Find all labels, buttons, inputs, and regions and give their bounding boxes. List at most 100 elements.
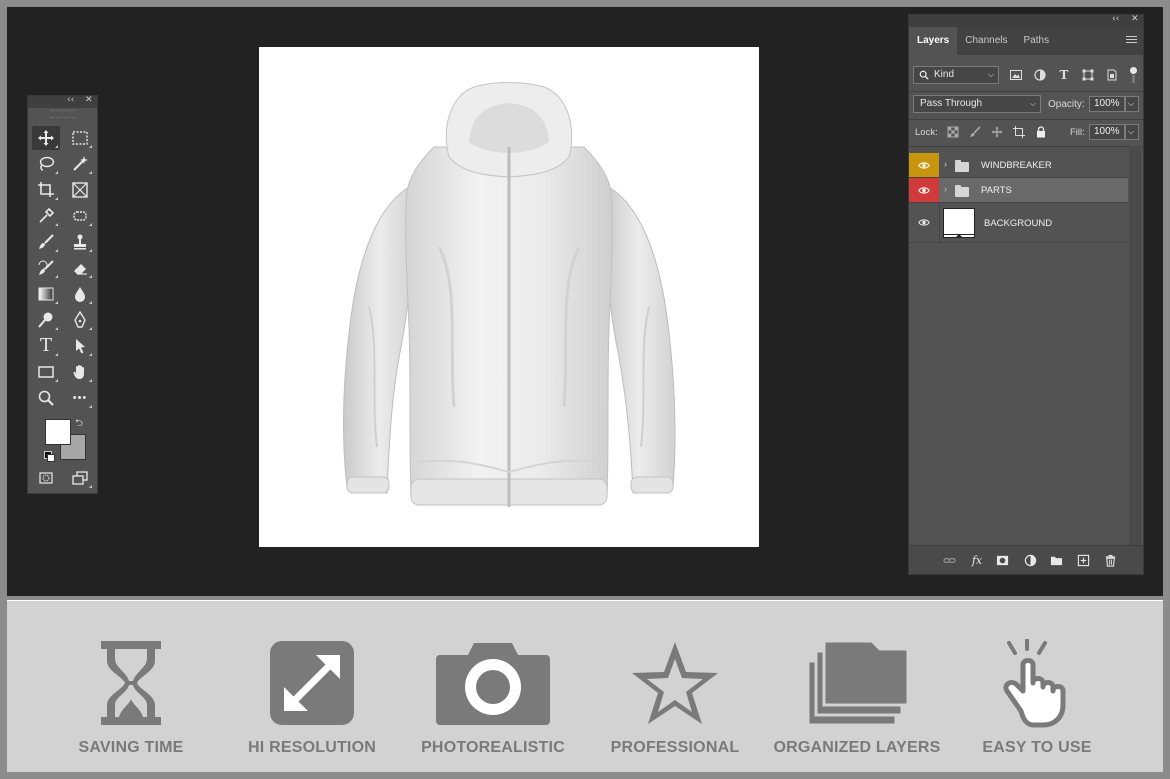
filter-toggle[interactable]	[1130, 67, 1137, 83]
panel-grip[interactable]	[50, 110, 75, 118]
quick-mask-button[interactable]	[32, 466, 60, 490]
opacity-input[interactable]: 100%	[1089, 96, 1125, 112]
type-tool[interactable]: T	[32, 334, 60, 358]
filter-pixel-layers-button[interactable]	[1009, 68, 1023, 82]
fill-input[interactable]: 100%	[1089, 124, 1125, 140]
filter-shape-layers-button[interactable]	[1081, 68, 1095, 82]
layers-panel: ‹‹ ✕ Layers Channels Paths Kind ⌵ T Pass…	[908, 14, 1144, 575]
filter-smart-objects-button[interactable]	[1105, 68, 1119, 82]
more-icon: •••	[72, 392, 88, 404]
feature-saving-time: SAVING TIME	[41, 601, 221, 772]
layer-style-button[interactable]: fx	[970, 553, 984, 567]
swap-colors-icon[interactable]: ⮌	[75, 416, 83, 433]
star-icon	[632, 642, 718, 724]
eye-icon	[918, 186, 930, 194]
frame-icon	[72, 182, 88, 198]
lock-pixels-button[interactable]	[968, 125, 982, 139]
feature-label: HI RESOLUTION	[248, 739, 376, 756]
magic-wand-tool[interactable]	[66, 152, 94, 176]
new-layer-button[interactable]	[1076, 553, 1090, 567]
feature-label: PHOTOREALISTIC	[421, 739, 565, 756]
delete-layer-button[interactable]	[1103, 553, 1117, 567]
lock-all-button[interactable]	[1034, 125, 1048, 139]
tab-channels[interactable]: Channels	[957, 27, 1015, 55]
adjustment-icon	[1034, 69, 1046, 81]
separator	[909, 146, 1143, 147]
layer-row-windbreaker[interactable]: › WINDBREAKER	[909, 153, 1128, 178]
blur-tool[interactable]	[66, 282, 94, 306]
lock-position-button[interactable]	[990, 125, 1004, 139]
frame-tool[interactable]	[66, 178, 94, 202]
collapse-panel-button[interactable]: ‹‹	[67, 95, 74, 105]
document-canvas[interactable]	[259, 47, 759, 547]
search-icon	[919, 70, 929, 80]
filter-type-layers-button[interactable]: T	[1057, 68, 1071, 82]
marquee-icon	[72, 131, 88, 145]
expand-group-icon[interactable]: ›	[944, 184, 947, 194]
opacity-dropdown-button[interactable]: ⌵	[1125, 96, 1139, 112]
tab-paths[interactable]: Paths	[1016, 27, 1058, 55]
fill-dropdown-button[interactable]: ⌵	[1125, 124, 1139, 140]
fx-icon: fx	[971, 553, 983, 567]
visibility-toggle[interactable]	[909, 153, 939, 177]
type-filter-icon: T	[1059, 68, 1069, 82]
layer-row-parts[interactable]: › PARTS	[909, 178, 1128, 203]
hand-icon	[73, 365, 84, 379]
features-strip: SAVING TIME HI RESOLUTION PHOTOREALISTIC…	[7, 600, 1163, 772]
add-mask-button[interactable]	[995, 553, 1009, 567]
crop-tool[interactable]	[32, 178, 60, 202]
layers-icon	[806, 639, 910, 727]
link-icon	[942, 557, 956, 563]
pen-tool[interactable]	[66, 308, 94, 332]
collapse-panel-button[interactable]: ‹‹	[1112, 14, 1119, 24]
trash-icon	[1105, 554, 1115, 567]
chevron-down-icon: ⌵	[987, 70, 994, 79]
layers-scrollbar[interactable]	[1129, 146, 1141, 548]
move-icon	[991, 126, 1003, 138]
visibility-toggle[interactable]	[909, 178, 939, 202]
lock-label: Lock:	[915, 127, 938, 138]
rectangle-tool[interactable]	[32, 360, 60, 384]
zoom-tool[interactable]	[32, 386, 60, 410]
new-adjustment-layer-button[interactable]	[1023, 553, 1037, 567]
filter-kind-select[interactable]: Kind ⌵	[913, 66, 999, 84]
history-brush-tool[interactable]	[32, 256, 60, 280]
layers-panel-footer: fx	[909, 545, 1143, 574]
tab-layers[interactable]: Layers	[909, 27, 958, 55]
clone-stamp-tool[interactable]	[66, 230, 94, 254]
panel-menu-icon[interactable]	[1126, 36, 1137, 45]
path-selection-tool[interactable]	[66, 334, 94, 358]
link-layers-button[interactable]	[942, 553, 956, 567]
eyedropper-icon	[39, 207, 55, 223]
healing-brush-tool[interactable]	[66, 204, 94, 228]
lasso-tool[interactable]	[32, 152, 60, 176]
hand-tool[interactable]	[66, 360, 94, 384]
dodge-tool[interactable]	[32, 308, 60, 332]
gradient-tool[interactable]	[32, 282, 60, 306]
eraser-tool[interactable]	[66, 256, 94, 280]
close-panel-button[interactable]: ✕	[1131, 14, 1139, 24]
lock-transparency-button[interactable]	[946, 125, 960, 139]
feature-label: EASY TO USE	[982, 739, 1092, 756]
move-tool[interactable]	[32, 126, 60, 150]
default-colors-icon[interactable]	[44, 451, 55, 462]
expand-group-icon[interactable]: ›	[944, 159, 947, 169]
lock-artboard-button[interactable]	[1012, 125, 1026, 139]
marquee-tool[interactable]	[66, 126, 94, 150]
smart-object-icon	[1107, 69, 1117, 81]
arrow-icon	[76, 339, 85, 354]
blend-mode-select[interactable]: Pass Through ⌵	[913, 95, 1041, 113]
tools-panel-header: ‹‹ ✕	[28, 95, 97, 108]
more-tools[interactable]: •••	[66, 386, 94, 410]
new-group-button[interactable]	[1049, 553, 1063, 567]
visibility-toggle[interactable]	[909, 203, 940, 242]
layer-row-background[interactable]: BACKGROUND	[909, 203, 1128, 243]
eyedropper-tool[interactable]	[32, 204, 60, 228]
close-panel-button[interactable]: ✕	[85, 95, 93, 105]
feature-professional: PROFESSIONAL	[585, 601, 765, 772]
brush-tool[interactable]	[32, 230, 60, 254]
foreground-color-swatch[interactable]	[45, 419, 71, 445]
filter-adjustment-layers-button[interactable]	[1033, 68, 1047, 82]
stamp-icon	[74, 234, 86, 250]
screen-mode-button[interactable]	[66, 466, 94, 490]
